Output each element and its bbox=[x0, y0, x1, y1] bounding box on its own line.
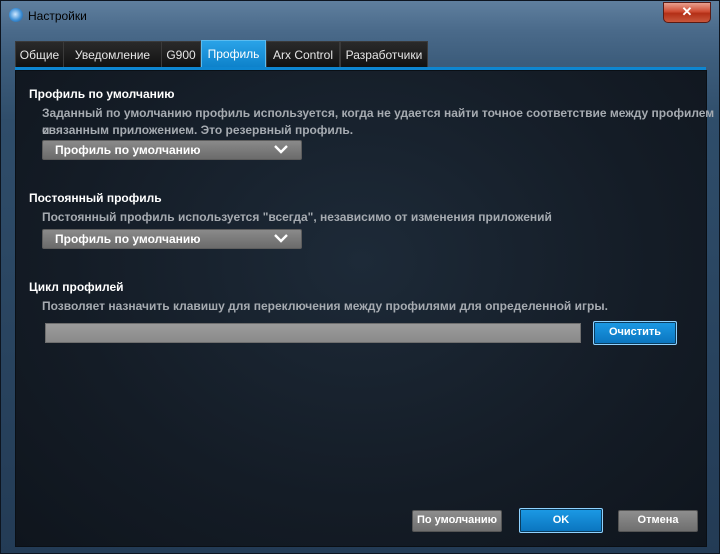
settings-window: Настройки ✕ Общие Уведомление G900 Профи… bbox=[0, 0, 720, 554]
close-button[interactable]: ✕ bbox=[663, 2, 711, 23]
persistent-profile-dropdown[interactable]: Профиль по умолчанию bbox=[42, 229, 302, 249]
tab-developers[interactable]: Разработчики bbox=[340, 41, 428, 68]
persistent-profile-title: Постоянный профиль bbox=[29, 191, 162, 205]
clear-button[interactable]: Очистить bbox=[593, 321, 677, 345]
default-profile-description-line2: связанным приложением. Это резервный про… bbox=[42, 123, 354, 137]
chevron-down-icon bbox=[274, 234, 288, 243]
profile-cycle-title: Цикл профилей bbox=[29, 280, 124, 294]
logitech-logo-icon bbox=[9, 8, 23, 22]
tab-arx-control[interactable]: Arx Control bbox=[266, 41, 340, 68]
default-profile-title: Профиль по умолчанию bbox=[29, 87, 175, 101]
cancel-button[interactable]: Отмена bbox=[618, 510, 698, 532]
tab-bar: Общие Уведомление G900 Профиль Arx Contr… bbox=[15, 40, 706, 71]
restore-defaults-button[interactable]: По умолчанию bbox=[412, 510, 502, 532]
tab-profile[interactable]: Профиль bbox=[201, 40, 266, 69]
default-profile-selected: Профиль по умолчанию bbox=[55, 143, 201, 157]
default-profile-dropdown[interactable]: Профиль по умолчанию bbox=[42, 140, 302, 160]
chevron-down-icon bbox=[274, 145, 288, 154]
tab-notifications[interactable]: Уведомление bbox=[63, 41, 162, 68]
tab-general[interactable]: Общие bbox=[15, 41, 64, 68]
ok-button[interactable]: OK bbox=[519, 508, 603, 533]
title-bar: Настройки ✕ bbox=[1, 1, 719, 31]
profile-cycle-description: Позволяет назначить клавишу для переключ… bbox=[42, 299, 608, 313]
tab-g900[interactable]: G900 bbox=[161, 41, 201, 68]
window-title: Настройки bbox=[28, 9, 87, 23]
persistent-profile-selected: Профиль по умолчанию bbox=[55, 232, 201, 246]
profile-cycle-key-field[interactable] bbox=[45, 323, 581, 343]
persistent-profile-description: Постоянный профиль используется "всегда"… bbox=[42, 210, 552, 224]
